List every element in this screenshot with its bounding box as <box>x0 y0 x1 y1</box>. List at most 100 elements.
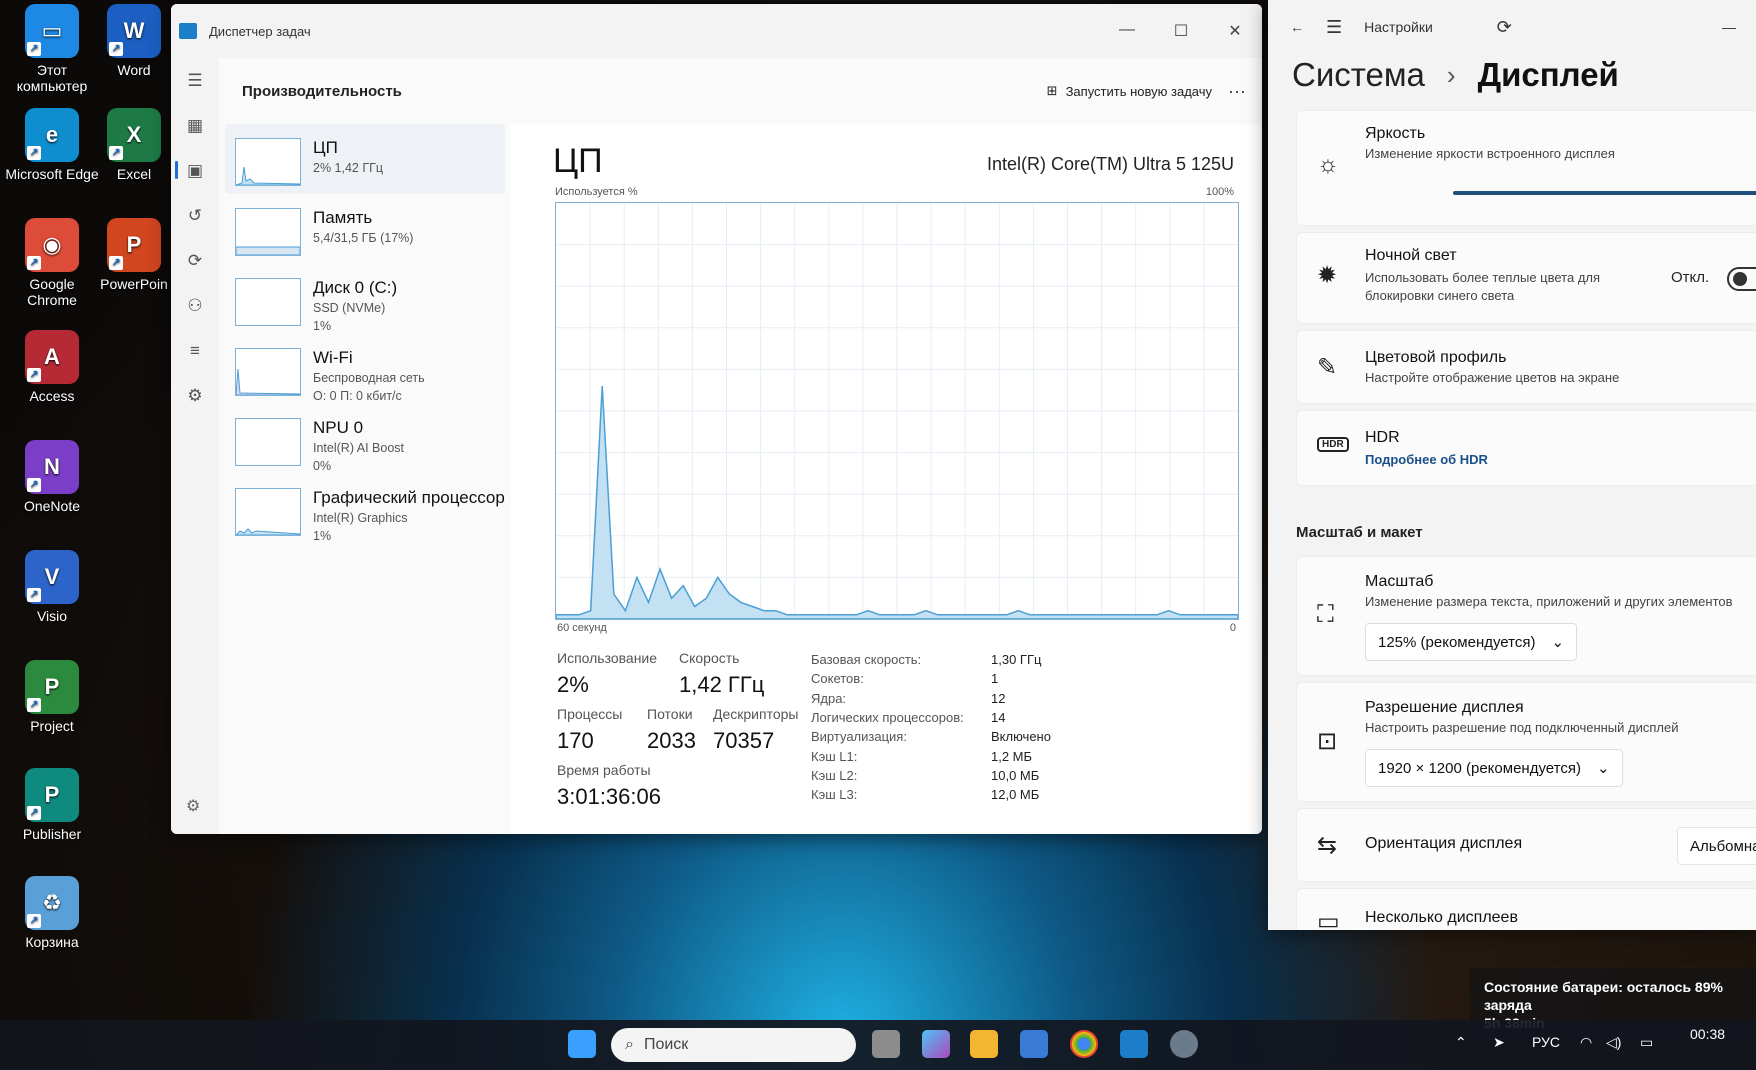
processes-value: 170 <box>557 728 594 753</box>
app-glyph: ▭ <box>41 18 63 43</box>
spec-value: Включено <box>991 729 1051 745</box>
settings-taskbar-icon[interactable] <box>1170 1030 1198 1058</box>
new-task-icon: ⊞ <box>1046 83 1058 98</box>
volume-icon[interactable]: ◁) <box>1606 1034 1621 1051</box>
graph-y-label: Используется % <box>555 186 638 198</box>
hdr-icon: HDR <box>1317 437 1349 452</box>
app-glyph: N <box>44 454 60 479</box>
desktop-icon[interactable]: P ↗ PowerPoin <box>86 218 182 292</box>
scale-title: Масштаб <box>1365 573 1434 590</box>
scale-icon: ⛶ <box>1317 601 1334 628</box>
desktop-icon-label: Word <box>117 62 151 78</box>
copilot-icon[interactable] <box>922 1030 950 1058</box>
perf-list-item[interactable]: NPU 0 Intel(R) AI Boost 0% <box>219 404 511 474</box>
spec-label: Виртуализация: <box>811 729 907 745</box>
run-new-task-button[interactable]: ⊞ Запустить новую задачу <box>1047 83 1212 99</box>
multiple-displays-card[interactable]: ▭ Несколько дисплеев <box>1296 888 1756 930</box>
perf-list-item[interactable]: Память 5,4/31,5 ГБ (17%) <box>219 194 511 264</box>
task-manager-window: Диспетчер задач — ☐ ✕ ☰ ▦ ▣ ↺ ⟳ ⚇ ≡ ⚙ ⚙ … <box>171 4 1262 834</box>
taskbar: ⌕ Поиск ⌃ ➤ РУС ◠ ◁) ▭ 00:38 <box>0 1020 1756 1070</box>
taskbar-search[interactable]: ⌕ Поиск <box>611 1028 856 1062</box>
settings-gear-icon[interactable]: ⚙ <box>186 796 200 816</box>
app-history-icon[interactable]: ↺ <box>171 193 219 238</box>
color-profile-card[interactable]: ✎ Цветовой профиль Настройте отображение… <box>1296 330 1756 404</box>
settings-titlebar[interactable]: ← ☰ Настройки ⟳ — <box>1268 0 1756 54</box>
spec-value: 1,30 ГГц <box>991 652 1042 667</box>
perf-item-sub: 5,4/31,5 ГБ (17%) <box>313 231 414 245</box>
app-glyph: P <box>44 674 60 699</box>
chrome-icon[interactable] <box>1070 1030 1098 1058</box>
app-icon: A ↗ <box>25 330 79 384</box>
desktop-icon[interactable]: X ↗ Excel <box>86 108 182 182</box>
close-icon[interactable]: ✕ <box>1208 21 1262 41</box>
file-explorer-icon[interactable] <box>970 1030 998 1058</box>
night-light-toggle[interactable] <box>1727 267 1756 291</box>
orientation-dropdown[interactable]: Альбомная <box>1677 827 1756 865</box>
run-new-task-label: Запустить новую задачу <box>1065 83 1212 99</box>
clock-time[interactable]: 00:38 <box>1690 1026 1725 1042</box>
maximize-icon[interactable]: ☐ <box>1154 21 1208 41</box>
resolution-dropdown[interactable]: 1920 × 1200 (рекомендуется) ⌄ <box>1365 749 1623 787</box>
chevron-up-icon[interactable]: ⌃ <box>1455 1034 1467 1051</box>
task-view-icon[interactable] <box>872 1030 900 1058</box>
perf-list-item[interactable]: ЦП 2% 1,42 ГГц <box>225 124 505 194</box>
breadcrumb-system[interactable]: Система <box>1292 56 1425 94</box>
desktop-icon-label: Excel <box>116 166 152 182</box>
tm-window-title: Диспетчер задач <box>209 23 311 39</box>
desktop-icon[interactable]: V ↗ Visio <box>4 550 100 624</box>
desktop-icon-label: Visio <box>36 608 68 624</box>
desktop-icon[interactable]: ♻ ↗ Корзина <box>4 876 100 950</box>
night-light-card[interactable]: ✹ Ночной свет Использовать более теплые … <box>1296 232 1756 324</box>
usage-value: 2% <box>557 672 589 697</box>
performance-icon[interactable]: ▣ <box>171 148 219 193</box>
thumbnail-graph <box>236 246 300 255</box>
users-icon[interactable]: ⚇ <box>171 283 219 328</box>
app-icon: P ↗ <box>25 660 79 714</box>
shortcut-arrow-icon: ↗ <box>109 146 123 160</box>
more-options-button[interactable]: ··· <box>1212 81 1262 102</box>
search-icon: ⌕ <box>625 1036 634 1053</box>
desktop-icon-label: Project <box>30 718 74 734</box>
shortcut-arrow-icon: ↗ <box>27 914 41 928</box>
desktop-icon[interactable]: P ↗ Project <box>4 660 100 734</box>
spec-value: 1,2 МБ <box>991 748 1033 764</box>
battery-icon[interactable]: ▭ <box>1640 1034 1653 1051</box>
hamburger-menu-icon[interactable]: ☰ <box>171 58 219 103</box>
location-icon: ➤ <box>1493 1034 1505 1050</box>
refresh-icon[interactable]: ⟳ <box>1497 17 1512 38</box>
back-arrow-icon[interactable]: ← <box>1290 19 1304 35</box>
language-indicator[interactable]: РУС <box>1532 1034 1560 1050</box>
brightness-slider[interactable] <box>1453 191 1756 195</box>
services-icon[interactable]: ⚙ <box>171 373 219 418</box>
breadcrumb: Система › Дисплей <box>1292 56 1619 94</box>
cpu-model: Intel(R) Core(TM) Ultra 5 125U <box>986 154 1234 174</box>
details-icon[interactable]: ≡ <box>171 328 219 373</box>
hamburger-menu-icon[interactable]: ☰ <box>1326 17 1342 38</box>
desktop-icon-label: PowerPoin <box>100 276 168 292</box>
perf-list-item[interactable]: Диск 0 (C:) SSD (NVMe) 1% <box>219 264 511 334</box>
hdr-card[interactable]: HDR HDR Подробнее об HDR <box>1296 410 1756 486</box>
processes-icon[interactable]: ▦ <box>171 103 219 148</box>
desktop-icon[interactable]: W ↗ Word <box>86 4 182 78</box>
minimize-icon[interactable]: — <box>1722 19 1736 35</box>
desktop-icon[interactable]: N ↗ OneNote <box>4 440 100 514</box>
perf-list-item[interactable]: Wi-Fi Беспроводная сеть О: 0 П: 0 кбит/с <box>219 334 511 404</box>
microsoft-store-icon[interactable] <box>1020 1030 1048 1058</box>
spec-value: 12 <box>991 690 1006 706</box>
startup-apps-icon[interactable]: ⟳ <box>171 238 219 283</box>
task-manager-taskbar-icon[interactable] <box>1120 1030 1148 1058</box>
scale-dropdown[interactable]: 125% (рекомендуется) ⌄ <box>1365 623 1578 661</box>
perf-list-item[interactable]: Графический процессор Intel(R) Graphics 1% <box>219 474 511 544</box>
desktop-icon[interactable]: A ↗ Access <box>4 330 100 404</box>
speed-label: Скорость <box>679 650 740 666</box>
thumbnail-series <box>236 166 300 185</box>
hdr-link[interactable]: Подробнее об HDR <box>1365 451 1488 469</box>
perf-item-sub: 1% <box>313 529 332 543</box>
minimize-icon[interactable]: — <box>1100 21 1154 41</box>
desktop-icon-label: Access <box>29 388 75 404</box>
desktop-icon[interactable]: P ↗ Publisher <box>4 768 100 842</box>
start-button-icon[interactable] <box>568 1030 596 1058</box>
wifi-icon[interactable]: ◠ <box>1580 1034 1592 1051</box>
tm-titlebar[interactable]: Диспетчер задач — ☐ ✕ <box>171 4 1262 58</box>
shortcut-arrow-icon: ↗ <box>27 146 41 160</box>
